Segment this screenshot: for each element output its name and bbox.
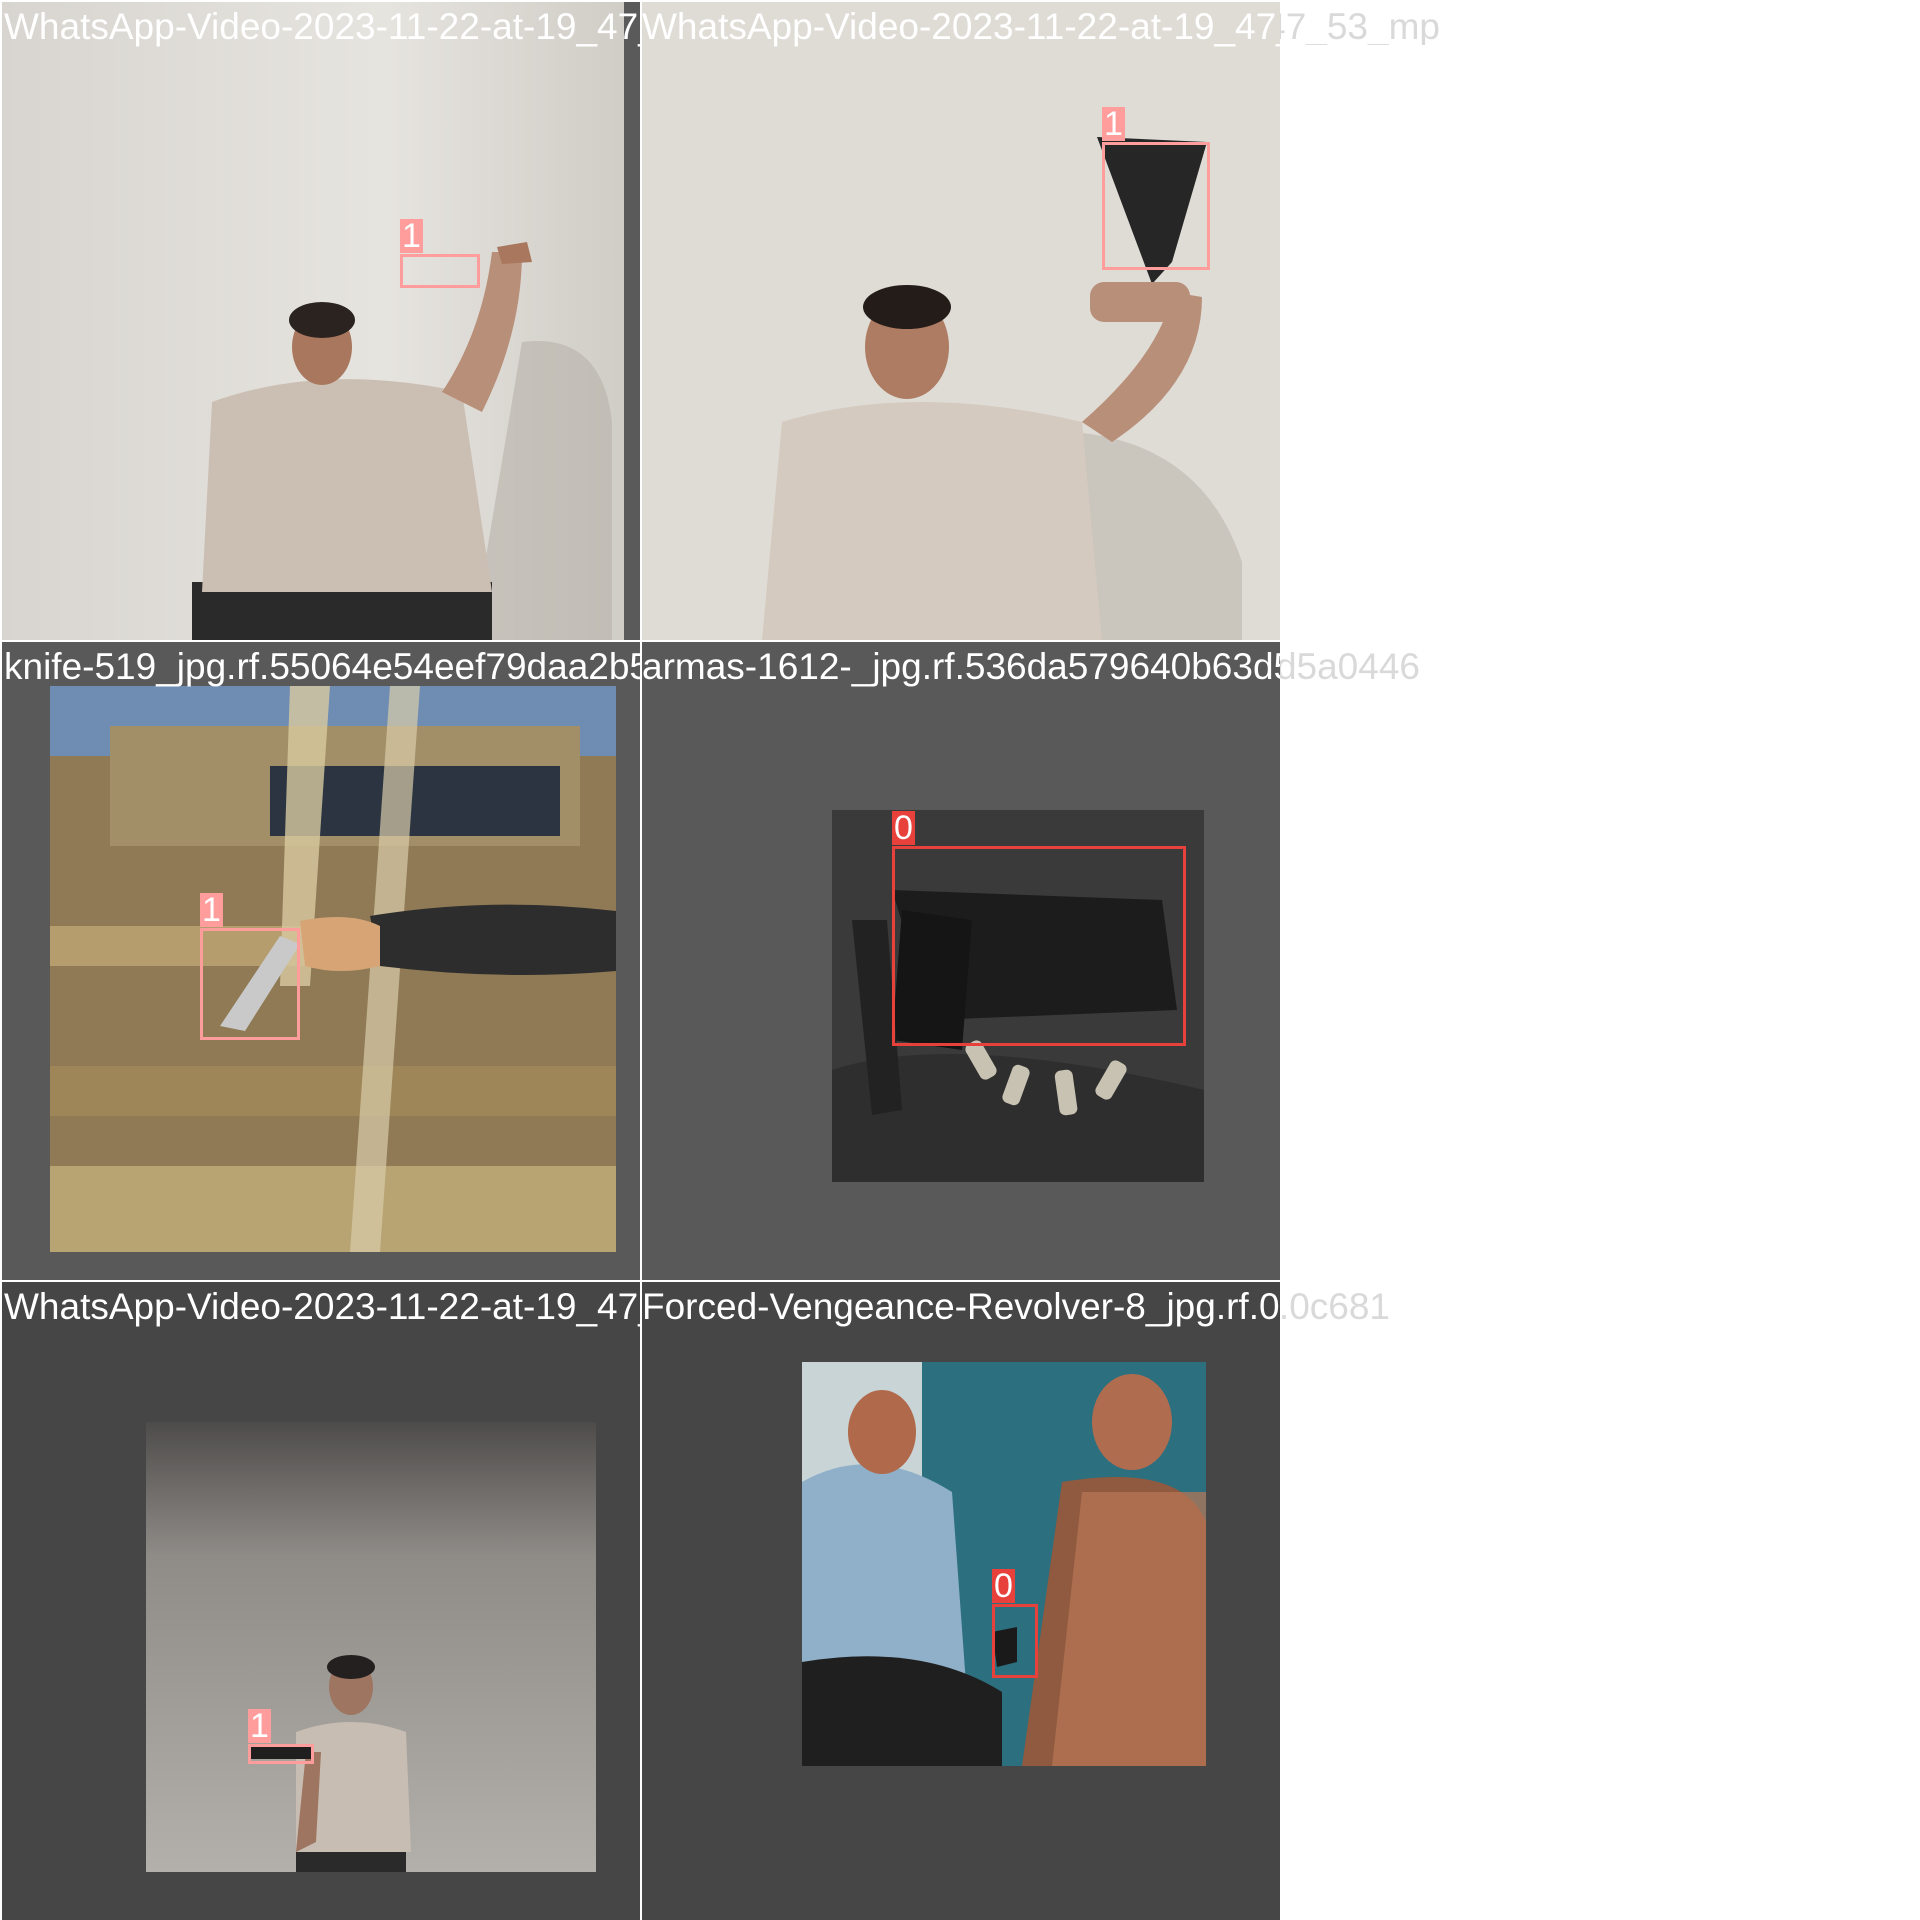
tile-caption: armas-1612-_jpg.rf.536da579640b63d5a0446 [642, 646, 1280, 687]
mosaic-tile-6: 0 Forced-Vengeance-Revolver-8_jpg.rf.0c6… [642, 1282, 1280, 1920]
mosaic-tile-3: 1 knife-519_jpg.rf.55064e54eef79daa2b517… [2, 642, 640, 1280]
tile-caption: knife-519_jpg.rf.55064e54eef79daa2b51745 [4, 646, 640, 687]
detection-box: 0 [992, 1569, 1038, 1678]
tile-caption: WhatsApp-Video-2023-11-22-at-19_47_53_mp [4, 6, 640, 47]
detection-class-label: 1 [400, 217, 423, 255]
mosaic-tile-4: 0 armas-1612-_jpg.rf.536da579640b63d5a04… [642, 642, 1280, 1280]
detection-class-label: 1 [248, 1707, 271, 1745]
caption-overflow-tail: Forced-Vengeance-Revolver-8_jpg.rf.0c681 [1280, 1288, 1390, 1325]
mosaic-tile-1: 1 WhatsApp-Video-2023-11-22-at-19_47_53_… [2, 2, 640, 640]
grid-divider-vertical [640, 0, 642, 1920]
grid-divider-horizontal [0, 640, 1280, 642]
photo-man-raising-knife-closeup [642, 2, 1280, 640]
grid-divider-horizontal [0, 1280, 1280, 1282]
detection-class-label: 1 [200, 891, 223, 929]
mosaic-tile-5: 1 WhatsApp-Video-2023-11-22-at-19_47_53_… [2, 1282, 640, 1920]
photo-hand-holding-knife [50, 686, 616, 1252]
tile-caption: WhatsApp-Video-2023-11-22-at-19_47_53_mp [642, 6, 1280, 47]
detection-class-label: 1 [1102, 105, 1125, 143]
detection-box: 1 [400, 219, 480, 288]
detection-class-label: 0 [892, 809, 915, 847]
caption-overflow-tail: armas-1612-_jpg.rf.536da579640b63d5a0446 [1280, 648, 1420, 685]
mosaic-tile-2: 1 WhatsApp-Video-2023-11-22-at-19_47_53_… [642, 2, 1280, 640]
detection-box: 1 [248, 1709, 314, 1764]
photo-man-raising-knife [2, 2, 640, 640]
detection-box: 1 [200, 893, 300, 1040]
detection-box: 0 [892, 811, 1186, 1046]
tile-caption: WhatsApp-Video-2023-11-22-at-19_47_53_mp [4, 1286, 640, 1327]
tile-caption: Forced-Vengeance-Revolver-8_jpg.rf.0c681 [642, 1286, 1280, 1327]
photo-man-holding-knife-low [146, 1422, 596, 1872]
detection-box: 1 [1102, 107, 1210, 270]
detection-class-label: 0 [992, 1567, 1015, 1605]
caption-overflow-tail: WhatsApp-Video-2023-11-22-at-19_47_53_mp [1280, 8, 1440, 45]
photo-film-still-revolver [802, 1362, 1206, 1766]
